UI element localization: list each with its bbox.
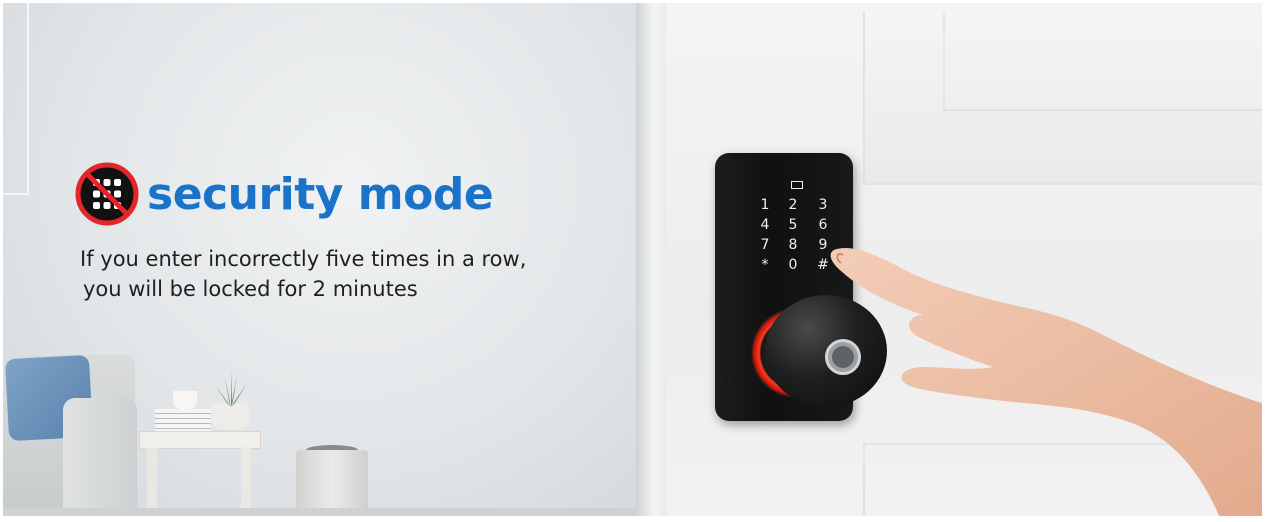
pointing-hand — [830, 248, 1262, 516]
description-line-2: you will be locked for 2 minutes — [83, 277, 418, 301]
keypad-key: 1 — [760, 197, 770, 213]
book-stack — [155, 409, 211, 431]
description-line-1: If you enter incorrectly five times in a… — [80, 247, 527, 271]
door-frame — [636, 3, 666, 516]
window-frame — [3, 3, 29, 195]
door-panel-molding — [943, 13, 1262, 111]
sofa-arm — [63, 398, 137, 516]
description: If you enter incorrectly five times in a… — [80, 244, 526, 304]
page-title: security mode — [147, 168, 494, 220]
keypad-key: 2 — [788, 197, 798, 213]
touch-keypad: 1 2 3 4 5 6 7 8 9 * 0 # — [745, 179, 835, 279]
keypad-key: * — [761, 257, 769, 273]
floor — [3, 508, 636, 516]
keypad-key: 6 — [818, 217, 828, 233]
keypad-key: 5 — [788, 217, 798, 233]
plant-icon — [215, 371, 247, 407]
product-banner: security mode If you enter incorrectly f… — [3, 3, 1262, 516]
keypad-key: 4 — [760, 217, 770, 233]
keypad-key: 8 — [788, 237, 798, 253]
vase — [296, 450, 368, 516]
keypad-key: 3 — [818, 197, 828, 213]
keypad-key: 0 — [788, 257, 798, 273]
headline: security mode — [75, 159, 494, 229]
side-table-leg — [147, 447, 157, 516]
cup — [173, 391, 197, 409]
side-table-leg — [241, 447, 251, 516]
no-keypad-icon — [75, 162, 139, 226]
keypad-key: 7 — [760, 237, 770, 253]
